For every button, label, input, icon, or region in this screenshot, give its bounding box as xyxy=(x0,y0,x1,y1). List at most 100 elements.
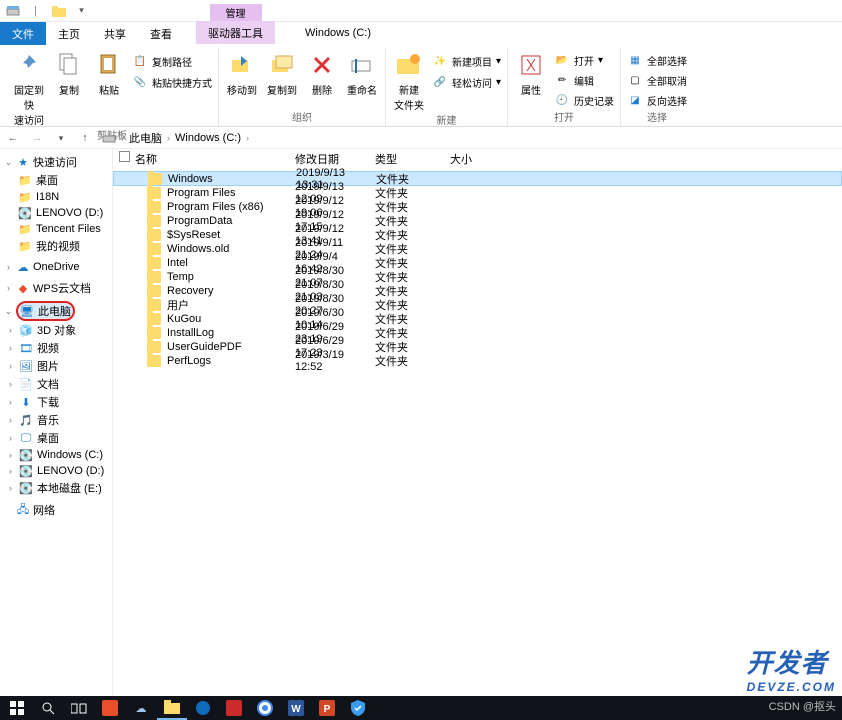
taskbar-onedrive[interactable]: ☁ xyxy=(126,696,156,720)
tab-drive-tools[interactable]: 驱动器工具 xyxy=(196,21,275,44)
expand-icon[interactable]: › xyxy=(6,450,15,460)
expand-icon[interactable]: › xyxy=(6,361,15,371)
expand-icon[interactable]: › xyxy=(6,466,15,476)
delete-button[interactable]: 删除 xyxy=(305,49,339,97)
expand-icon[interactable]: › xyxy=(6,483,15,493)
taskbar[interactable]: ☁ W P xyxy=(0,696,842,720)
back-button[interactable]: ← xyxy=(6,131,20,145)
pin-button[interactable]: 固定到快 速访问 xyxy=(12,49,46,127)
tree-item[interactable]: ›🧊3D 对象 xyxy=(0,321,112,339)
tree-item[interactable]: ›🖼图片 xyxy=(0,357,112,375)
taskbar-explorer[interactable] xyxy=(157,696,187,720)
expand-icon[interactable]: › xyxy=(4,262,13,272)
table-row[interactable]: 用户2019/8/30 20:27文件夹 xyxy=(113,298,842,312)
table-row[interactable]: Temp2019/8/30 21:07文件夹 xyxy=(113,270,842,284)
taskbar-word[interactable]: W xyxy=(281,696,311,720)
taskbar-app-red[interactable] xyxy=(219,696,249,720)
select-all-button[interactable]: ▦全部选择 xyxy=(627,51,687,69)
rename-button[interactable]: 重命名 xyxy=(345,49,379,97)
copy-path-button[interactable]: 📋复制路径 xyxy=(132,52,212,70)
expand-icon[interactable]: › xyxy=(4,283,13,293)
table-row[interactable]: Windows2019/9/13 13:31文件夹 xyxy=(113,171,842,186)
taskbar-security[interactable] xyxy=(343,696,373,720)
tree-item[interactable]: 💽LENOVO (D:) xyxy=(0,205,112,221)
chevron-right-icon[interactable]: › xyxy=(246,133,249,143)
expand-icon[interactable]: ⌄ xyxy=(4,157,13,168)
properties-button[interactable]: 属性 xyxy=(514,49,548,97)
search-button[interactable] xyxy=(33,696,63,720)
table-row[interactable]: Recovery2019/8/30 21:03文件夹 xyxy=(113,284,842,298)
taskbar-wps[interactable] xyxy=(95,696,125,720)
crumb-computer[interactable]: 此电脑 xyxy=(129,130,162,146)
expand-icon[interactable]: › xyxy=(6,343,15,353)
chevron-right-icon[interactable]: › xyxy=(167,133,170,143)
crumb-drive[interactable]: Windows (C:) xyxy=(175,132,241,144)
tree-item[interactable]: 📁Tencent Files xyxy=(0,221,112,237)
open-button[interactable]: 📂打开 ▾ xyxy=(554,51,614,69)
taskbar-edge[interactable] xyxy=(188,696,218,720)
table-row[interactable]: KuGou2019/6/30 10:14文件夹 xyxy=(113,312,842,326)
select-none-button[interactable]: ▢全部取消 xyxy=(627,71,687,89)
table-row[interactable]: Intel2019/9/4 16:42文件夹 xyxy=(113,256,842,270)
tab-home[interactable]: 主页 xyxy=(46,22,92,45)
expand-icon[interactable]: › xyxy=(6,415,15,425)
move-to-button[interactable]: 移动到 xyxy=(225,49,259,97)
table-row[interactable]: UserGuidePDF2019/6/29 17:23文件夹 xyxy=(113,340,842,354)
paste-shortcut-button[interactable]: 📎粘贴快捷方式 xyxy=(132,73,212,91)
tree-item[interactable]: 📁I18N xyxy=(0,189,112,205)
tab-file[interactable]: 文件 xyxy=(0,22,46,45)
expand-icon[interactable]: ⌄ xyxy=(4,306,13,317)
expand-icon[interactable]: › xyxy=(6,325,15,335)
forward-button[interactable]: → xyxy=(30,131,44,145)
col-name[interactable]: 名称 xyxy=(131,151,291,167)
up-button[interactable]: ↑ xyxy=(78,131,92,145)
tree-item[interactable]: ›📄文档 xyxy=(0,375,112,393)
tree-item[interactable]: 📁我的视频 xyxy=(0,237,112,255)
expand-icon[interactable]: › xyxy=(6,379,15,389)
table-row[interactable]: PerfLogs2019/3/19 12:52文件夹 xyxy=(113,354,842,368)
qat-dropdown-icon[interactable]: ▾ xyxy=(73,4,90,18)
tree-network[interactable]: 🖧网络 xyxy=(0,501,112,519)
expand-icon[interactable]: › xyxy=(6,397,15,407)
paste-button[interactable]: 粘贴 xyxy=(92,49,126,97)
tree-item[interactable]: ›💽LENOVO (D:) xyxy=(0,463,112,479)
recent-dropdown[interactable]: ▾ xyxy=(54,131,68,145)
table-row[interactable]: Program Files2019/9/13 12:09文件夹 xyxy=(113,186,842,200)
new-folder-button[interactable]: 新建 文件夹 xyxy=(392,49,426,112)
breadcrumb[interactable]: › 此电脑 › Windows (C:) › xyxy=(102,130,249,146)
tree-item[interactable]: ›🎞视频 xyxy=(0,339,112,357)
new-item-button[interactable]: ✨新建项目 ▾ xyxy=(432,52,501,70)
taskbar-powerpoint[interactable]: P xyxy=(312,696,342,720)
tree-wps[interactable]: ›◆WPS云文档 xyxy=(0,279,112,297)
chevron-right-icon[interactable]: › xyxy=(121,133,124,143)
start-button[interactable] xyxy=(2,696,32,720)
tree-quick-access[interactable]: ⌄★快速访问 xyxy=(0,153,112,171)
tree-item[interactable]: ›💽Windows (C:) xyxy=(0,447,112,463)
col-date[interactable]: 修改日期 xyxy=(291,151,371,167)
tree-this-pc[interactable]: ⌄ 🖥此电脑 xyxy=(0,301,112,321)
column-headers[interactable]: 名称 修改日期 类型 大小 xyxy=(113,149,842,171)
taskbar-chrome[interactable] xyxy=(250,696,280,720)
copy-to-button[interactable]: 复制到 xyxy=(265,49,299,97)
tree-item[interactable]: ›🖵桌面 xyxy=(0,429,112,447)
col-type[interactable]: 类型 xyxy=(371,151,446,167)
edit-button[interactable]: ✏编辑 xyxy=(554,71,614,89)
tree-item[interactable]: 📁桌面 xyxy=(0,171,112,189)
table-row[interactable]: $SysReset2019/9/12 13:41文件夹 xyxy=(113,228,842,242)
nav-tree[interactable]: ⌄★快速访问 📁桌面📁I18N💽LENOVO (D:)📁Tencent File… xyxy=(0,149,113,700)
invert-button[interactable]: ◪反向选择 xyxy=(627,91,687,109)
col-size[interactable]: 大小 xyxy=(446,151,496,167)
history-button[interactable]: 🕘历史记录 xyxy=(554,91,614,109)
table-row[interactable]: Program Files (x86)2019/9/12 19:06文件夹 xyxy=(113,200,842,214)
tree-onedrive[interactable]: ›☁OneDrive xyxy=(0,259,112,275)
select-all-checkbox[interactable] xyxy=(119,151,130,162)
task-view-button[interactable] xyxy=(64,696,94,720)
tree-item[interactable]: ›⬇下载 xyxy=(0,393,112,411)
expand-icon[interactable]: › xyxy=(6,433,15,443)
tree-item[interactable]: ›🎵音乐 xyxy=(0,411,112,429)
tab-view[interactable]: 查看 xyxy=(138,22,184,45)
copy-button[interactable]: 复制 xyxy=(52,49,86,97)
table-row[interactable]: InstallLog2019/6/29 23:19文件夹 xyxy=(113,326,842,340)
table-row[interactable]: ProgramData2019/9/12 17:15文件夹 xyxy=(113,214,842,228)
tab-share[interactable]: 共享 xyxy=(92,22,138,45)
